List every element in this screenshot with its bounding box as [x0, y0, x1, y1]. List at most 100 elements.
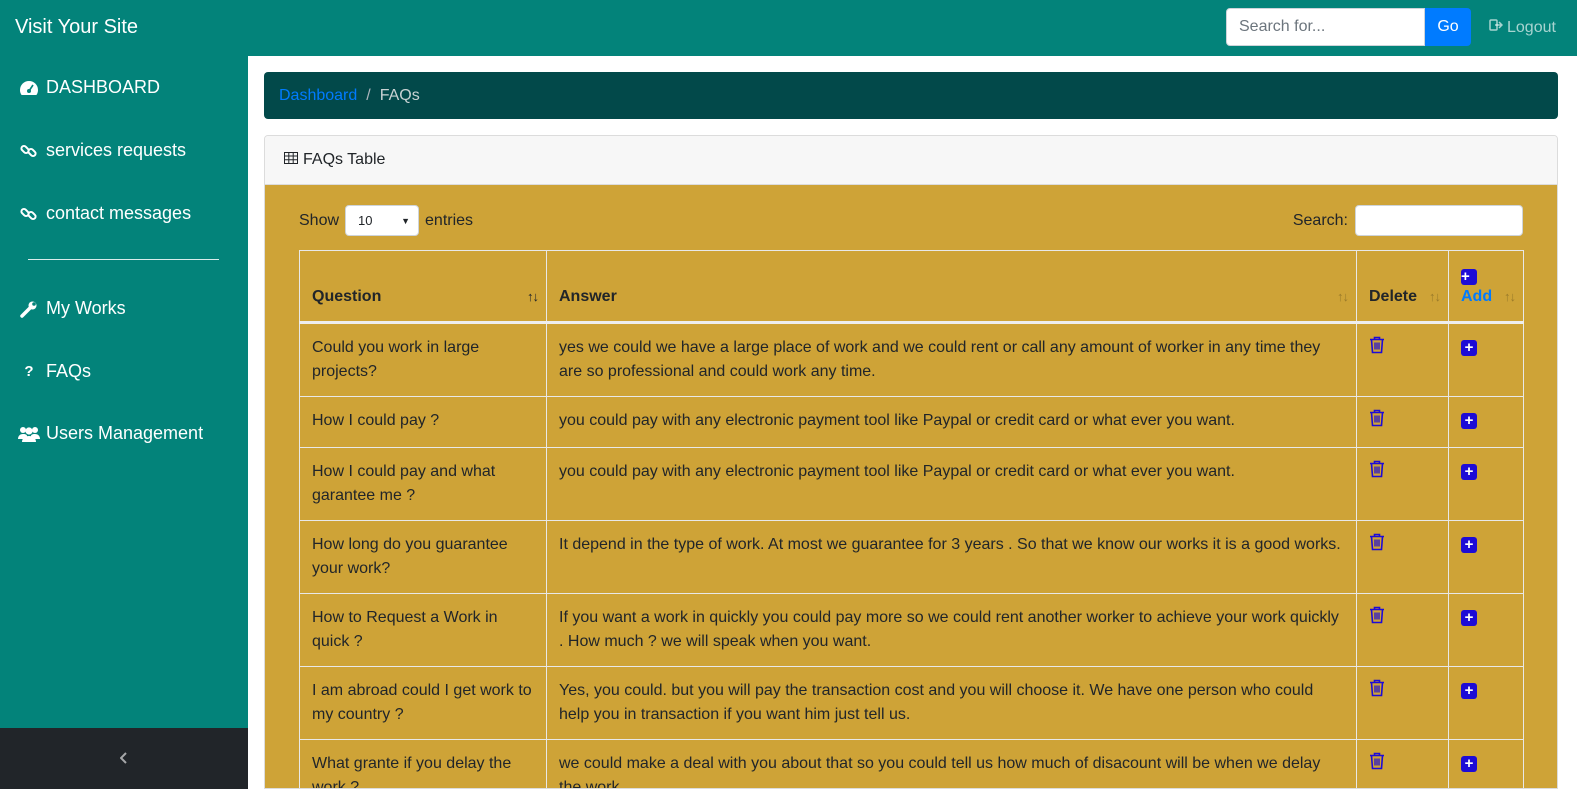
table-row: How I could pay ? you could pay with any … [299, 396, 1524, 448]
trash-icon[interactable] [1369, 460, 1385, 486]
add-faq-button[interactable]: + [1461, 269, 1477, 285]
column-header-delete[interactable]: Delete ↑↓ [1356, 250, 1449, 324]
sidebar-item-label: DASHBOARD [46, 77, 161, 97]
table-search: Search: [1293, 205, 1523, 236]
trash-icon[interactable] [1369, 752, 1385, 778]
breadcrumb: Dashboard / FAQs [264, 72, 1558, 119]
sidebar-item-label: services requests [46, 140, 187, 160]
sidebar-item-services-requests[interactable]: services requests [18, 140, 186, 161]
link-icon [18, 141, 40, 161]
question-cell: How long do you guarantee your work? [299, 520, 547, 594]
plus-square-icon[interactable]: + [1461, 537, 1477, 553]
chevron-left-icon [119, 748, 128, 769]
sort-icon: ↑↓ [527, 289, 539, 304]
answer-cell: you could pay with any electronic paymen… [546, 447, 1357, 521]
navbar-search-input[interactable] [1226, 8, 1425, 46]
go-button[interactable]: Go [1425, 8, 1471, 46]
sidebar-item-faqs[interactable]: ? FAQs [18, 361, 91, 382]
add-cell: + [1448, 322, 1524, 397]
question-cell: Could you work in large projects? [299, 322, 547, 397]
breadcrumb-dashboard-link[interactable]: Dashboard [279, 87, 357, 105]
plus-square-icon[interactable]: + [1461, 683, 1477, 699]
sidebar-toggle-button[interactable] [0, 728, 248, 789]
delete-header-label: Delete [1369, 288, 1418, 305]
faqs-card: FAQs Table Show 10 ▼ entries Search: Que… [264, 135, 1558, 789]
plus-square-icon[interactable]: + [1461, 340, 1477, 356]
delete-cell [1356, 739, 1449, 788]
brand-link[interactable]: Visit Your Site [15, 16, 138, 39]
sort-icon: ↑↓ [1337, 289, 1349, 304]
entries-select[interactable]: 10 ▼ [345, 205, 420, 236]
answer-cell: you could pay with any electronic paymen… [546, 396, 1357, 448]
entries-value: 10 [358, 213, 373, 228]
plus-square-icon[interactable]: + [1461, 756, 1477, 772]
question-icon: ? [24, 363, 34, 380]
link-icon [18, 204, 40, 224]
table-row: How long do you guarantee your work? It d… [299, 520, 1524, 594]
answer-cell: yes we could we have a large place of wo… [546, 322, 1357, 397]
sidebar-item-label: Users Management [46, 423, 204, 443]
sidebar-item-label: contact messages [46, 203, 192, 223]
answer-cell: Yes, you could. but you will pay the tra… [546, 666, 1357, 740]
sidebar-item-label: FAQs [46, 361, 92, 381]
users-icon [18, 424, 40, 444]
add-cell: + [1448, 520, 1524, 594]
answer-cell: It depend in the type of work. At most w… [546, 520, 1357, 594]
column-header-answer[interactable]: Answer ↑↓ [546, 250, 1357, 324]
question-cell: What grante if you delay the work ? [299, 739, 547, 788]
question-cell: I am abroad could I get work to my count… [299, 666, 547, 740]
trash-icon[interactable] [1369, 606, 1385, 632]
plus-square-icon[interactable]: + [1461, 464, 1477, 480]
breadcrumb-separator: / [366, 86, 371, 104]
trash-icon[interactable] [1369, 533, 1385, 559]
question-cell: How I could pay ? [299, 396, 547, 448]
delete-cell [1356, 593, 1449, 667]
sidebar-item-dashboard[interactable]: DASHBOARD [18, 77, 160, 98]
column-header-question[interactable]: Question ↑↓ [299, 250, 547, 324]
breadcrumb-current: FAQs [379, 86, 420, 104]
logout-label: Logout [1507, 18, 1556, 36]
table-row: What grante if you delay the work ? we co… [299, 739, 1524, 788]
answer-cell: we could make a deal with you about that… [546, 739, 1357, 788]
table-header-row: Question ↑↓ Answer ↑↓ Delete ↑↓ + Add ↑↓ [299, 250, 1524, 324]
table-search-label: Search: [1292, 211, 1348, 229]
card-header: FAQs Table [265, 136, 1557, 185]
delete-cell [1356, 447, 1449, 521]
logout-link[interactable]: Logout [1489, 18, 1556, 37]
plus-square-icon[interactable]: + [1461, 413, 1477, 429]
entries-label: entries [425, 211, 474, 229]
answer-cell: If you want a work in quickly you could … [546, 593, 1357, 667]
sort-icon: ↑↓ [1429, 289, 1441, 304]
show-entries: Show 10 ▼ entries [299, 205, 473, 236]
question-cell: How I could pay and what garantee me ? [299, 447, 547, 521]
sidebar-divider [28, 259, 219, 260]
table-row: I am abroad could I get work to my count… [299, 666, 1524, 740]
sort-icon: ↑↓ [1504, 289, 1516, 304]
add-cell: + [1448, 739, 1524, 788]
plus-square-icon[interactable]: + [1461, 610, 1477, 626]
trash-icon[interactable] [1369, 409, 1385, 435]
sidebar-item-contact-messages[interactable]: contact messages [18, 203, 191, 224]
dashboard-icon [18, 78, 40, 98]
sidebar-item-users-management[interactable]: Users Management [18, 423, 203, 444]
sign-out-icon [1489, 18, 1504, 37]
add-cell: + [1448, 396, 1524, 448]
add-header-link[interactable]: Add [1461, 288, 1492, 305]
column-header-add[interactable]: + Add ↑↓ [1448, 250, 1524, 324]
wrench-icon [18, 299, 40, 319]
show-label: Show [299, 211, 340, 229]
add-cell: + [1448, 447, 1524, 521]
delete-cell [1356, 520, 1449, 594]
trash-icon[interactable] [1369, 336, 1385, 362]
answer-header-label: Answer [559, 288, 617, 305]
table-search-input[interactable] [1355, 205, 1523, 236]
sidebar-item-my-works[interactable]: My Works [18, 298, 126, 319]
question-cell: How to Request a Work in quick ? [299, 593, 547, 667]
delete-cell [1356, 396, 1449, 448]
table-row: How to Request a Work in quick ? If you w… [299, 593, 1524, 667]
card-title: FAQs Table [303, 151, 386, 168]
trash-icon[interactable] [1369, 679, 1385, 705]
caret-down-icon: ▼ [401, 215, 411, 226]
table-row: How I could pay and what garantee me ? yo… [299, 447, 1524, 521]
add-cell: + [1448, 593, 1524, 667]
